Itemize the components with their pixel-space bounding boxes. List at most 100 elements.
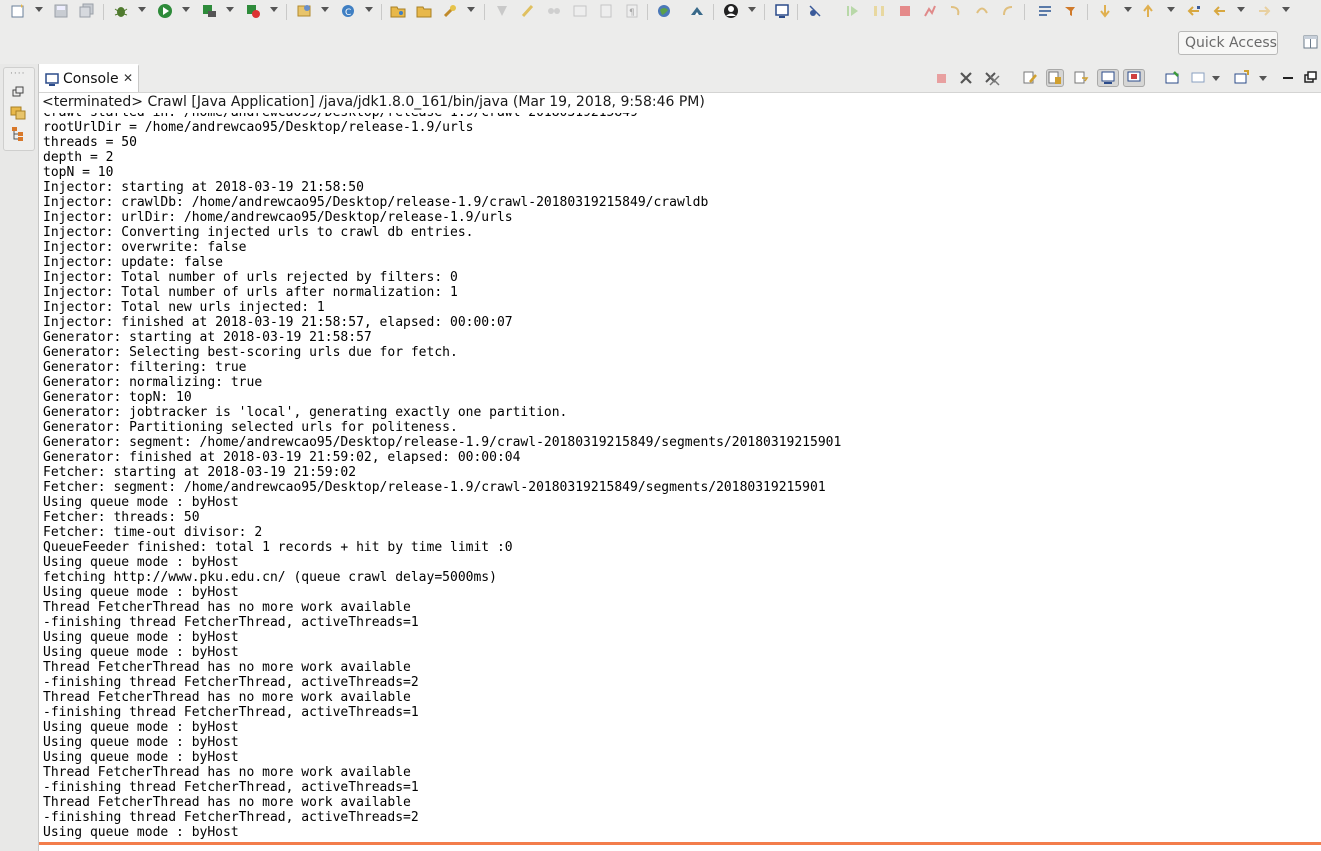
use-step-filters-icon[interactable] [1062, 2, 1080, 20]
open-task-icon[interactable] [415, 2, 433, 20]
console-line: Using queue mode : byHost [43, 750, 239, 765]
console-line: Using queue mode : byHost [43, 555, 239, 570]
console-line: Thread FetcherThread has no more work av… [43, 765, 411, 780]
new-java-project-icon[interactable] [295, 2, 313, 20]
terminate-icon[interactable] [932, 69, 950, 87]
clear-console-icon[interactable] [1021, 69, 1039, 87]
restore-icon[interactable] [12, 83, 24, 102]
console-line: Generator: segment: /home/andrewcao95/De… [43, 435, 842, 450]
svg-text:¶: ¶ [629, 8, 635, 18]
console-line: Thread FetcherThread has no more work av… [43, 795, 411, 810]
console-icon [45, 72, 59, 86]
open-console-icon[interactable] [1232, 69, 1250, 87]
skip-breakpoints-icon[interactable] [806, 2, 824, 20]
open-type-icon[interactable] [389, 2, 407, 20]
console-output[interactable]: crawl started in: /home/andrewcao95/Desk… [43, 113, 1318, 842]
suspend-icon[interactable] [870, 2, 888, 20]
save-icon[interactable] [52, 2, 70, 20]
previous-annotation-dropdown-icon[interactable] [1167, 7, 1175, 12]
console-line: Thread FetcherThread has no more work av… [43, 660, 411, 675]
server-icon[interactable] [688, 2, 706, 20]
maximize-icon[interactable] [1301, 69, 1319, 87]
toolbar-separator [381, 4, 382, 20]
paragraph-icon[interactable]: ¶ [623, 2, 641, 20]
new-wizard-icon[interactable] [9, 2, 27, 20]
show-on-stdout-icon[interactable] [1097, 69, 1119, 87]
run-coverage-dropdown-icon[interactable] [226, 7, 234, 12]
remove-launch-icon[interactable] [957, 69, 975, 87]
debug-icon[interactable] [112, 2, 130, 20]
search-icon[interactable] [441, 2, 459, 20]
toolbar-separator [764, 4, 765, 20]
minimize-icon[interactable] [1279, 69, 1297, 87]
console-toggle-icon[interactable] [773, 2, 791, 20]
display-selected-console-dropdown-icon[interactable] [1212, 76, 1220, 81]
run-icon[interactable] [156, 2, 174, 20]
toolbar-separator [713, 4, 714, 20]
console-line: Generator: Partitioning selected urls fo… [43, 420, 458, 435]
back-icon[interactable] [1211, 2, 1229, 20]
debug-dropdown-icon[interactable] [138, 7, 146, 12]
show-on-stderr-icon[interactable] [1123, 69, 1145, 87]
user-dropdown-icon[interactable] [748, 7, 756, 12]
package-explorer-icon[interactable] [10, 104, 26, 124]
open-perspective-icon[interactable] [1303, 33, 1321, 53]
search-dropdown-icon[interactable] [467, 7, 475, 12]
console-line: crawl started in: /home/andrewcao95/Desk… [43, 113, 1318, 120]
close-icon[interactable]: ✕ [123, 71, 133, 85]
drop-to-frame-icon[interactable] [1036, 2, 1054, 20]
user-icon[interactable] [722, 2, 740, 20]
console-line: Generator: Selecting best-scoring urls d… [43, 345, 458, 360]
type-hierarchy-icon[interactable] [10, 126, 26, 146]
resume-icon[interactable] [844, 2, 862, 20]
forward-icon[interactable] [1255, 2, 1273, 20]
console-line: QueueFeeder finished: total 1 records + … [43, 540, 513, 555]
console-line: Generator: filtering: true [43, 360, 247, 375]
console-tab-label: Console [63, 71, 119, 87]
last-edit-location-icon[interactable] [1185, 2, 1203, 20]
toolbar-separator [103, 4, 104, 20]
svg-text:C: C [345, 8, 351, 18]
console-line: Generator: finished at 2018-03-19 21:59:… [43, 450, 521, 465]
step-over-icon[interactable] [973, 2, 991, 20]
mark-occurrences-icon[interactable] [493, 2, 511, 20]
toolbar-separator [797, 4, 798, 20]
toggle-mark-icon[interactable] [597, 2, 615, 20]
drag-handle[interactable]: ···· [10, 69, 25, 79]
external-tool-dropdown-icon[interactable] [270, 7, 278, 12]
new-java-class-dropdown-icon[interactable] [365, 7, 373, 12]
toggle-breadcrumb-icon[interactable] [571, 2, 589, 20]
open-console-dropdown-icon[interactable] [1259, 76, 1267, 81]
remove-all-terminated-icon[interactable] [983, 69, 1001, 87]
scroll-lock-icon[interactable] [1046, 69, 1064, 87]
run-dropdown-icon[interactable] [182, 7, 190, 12]
console-line: -finishing thread FetcherThread, activeT… [43, 615, 419, 630]
console-line: threads = 50 [43, 135, 137, 150]
disconnect-icon[interactable] [921, 2, 939, 20]
console-line: Injector: Converting injected urls to cr… [43, 225, 474, 240]
forward-dropdown-icon[interactable] [1282, 7, 1290, 12]
next-annotation-dropdown-icon[interactable] [1124, 7, 1132, 12]
run-coverage-icon[interactable] [200, 2, 218, 20]
quick-access-input[interactable]: Quick Access [1178, 31, 1278, 55]
pin-console-icon[interactable] [1163, 69, 1181, 87]
back-dropdown-icon[interactable] [1237, 7, 1245, 12]
toggle-block-selection-icon[interactable] [519, 2, 537, 20]
run-external-tool-icon[interactable] [244, 2, 262, 20]
previous-annotation-icon[interactable] [1139, 2, 1157, 20]
step-return-icon[interactable] [999, 2, 1017, 20]
new-wizard-dropdown-icon[interactable] [35, 7, 43, 12]
display-selected-console-icon[interactable] [1189, 69, 1207, 87]
terminate-icon[interactable] [896, 2, 914, 20]
step-into-icon[interactable] [947, 2, 965, 20]
new-java-project-dropdown-icon[interactable] [321, 7, 329, 12]
console-line: Injector: crawlDb: /home/andrewcao95/Des… [43, 195, 709, 210]
new-java-class-icon[interactable]: C [339, 2, 357, 20]
console-line: Thread FetcherThread has no more work av… [43, 690, 411, 705]
next-annotation-icon[interactable] [1096, 2, 1114, 20]
tab-console[interactable]: Console ✕ [39, 64, 139, 92]
word-wrap-icon[interactable] [1072, 69, 1090, 87]
show-whitespace-icon[interactable] [545, 2, 563, 20]
web-browser-icon[interactable] [655, 2, 673, 20]
save-all-icon[interactable] [78, 2, 96, 20]
